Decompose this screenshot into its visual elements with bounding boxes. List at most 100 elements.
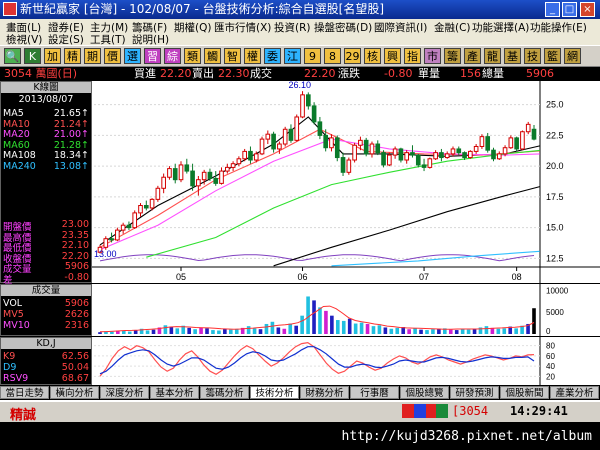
toolbar-button[interactable]: 加 [44,48,61,64]
volume-bar [472,328,477,334]
toolbar-button[interactable]: 技 [524,48,541,64]
menu-item[interactable]: 操盤密碼(D) [314,20,372,35]
toolbar-button[interactable]: 習 [144,48,161,64]
toolbar-button[interactable]: 9 [304,48,321,64]
candle-body [230,163,236,168]
candle-body [248,150,253,161]
ma-label: MA5 [3,108,24,119]
deal-label: 成交 [250,67,272,80]
toolbar-button[interactable]: 委 [264,48,281,64]
toolbar-button[interactable]: 🔍 [4,48,21,64]
candle-body [161,176,166,189]
kd-chart[interactable]: 20406080 [92,337,600,385]
toolbar-button[interactable]: 籃 [544,48,561,64]
menu-item[interactable]: 期權(Q) [174,20,211,35]
tab-11[interactable]: 產業分析 [550,386,599,399]
candle-body [277,143,282,150]
menu-item[interactable]: 金融(C) [434,20,471,35]
tab-0[interactable]: 當日走勢 [0,386,49,399]
toolbar-button[interactable]: 期 [84,48,101,64]
lot-label: 單量 [418,67,440,80]
tab-10[interactable]: 個股新聞 [500,386,549,399]
candle-body [381,152,386,166]
menu-item[interactable]: 功能選擇(A) [472,20,529,35]
candle-body [450,148,456,155]
tab-4[interactable]: 籌碼分析 [200,386,249,399]
candle-body [115,229,120,241]
tab-1[interactable]: 橫向分析 [50,386,99,399]
candle-body [167,168,172,178]
volume-bar [389,328,394,334]
tab-2[interactable]: 深度分析 [100,386,149,399]
toolbar-button[interactable]: K [24,48,41,64]
price-chart[interactable]: 12.5 15.0 17.5 20.0 22.5 25.0 05 06 07 08 26.10 13.… [92,80,600,283]
toolbar-button[interactable]: 指 [404,48,421,64]
candle-body [300,94,305,118]
lot-volume: 156 [460,67,481,80]
ohlc-value: 5906 [64,261,89,272]
toolbar-button[interactable]: 江 [284,48,301,64]
menu-item[interactable]: 投資(R) [274,20,311,35]
menu-item[interactable]: 國際資訊(I) [374,20,427,35]
volume-bar [514,328,518,334]
toolbar-button[interactable]: 類 [184,48,201,64]
tab-6[interactable]: 財務分析 [300,386,349,399]
stock-code-name: 3054 萬國(日) [4,67,78,80]
volume-bar [294,325,298,334]
toolbar-button[interactable]: 價 [104,48,121,64]
candle-body [369,143,375,155]
kline-info-panel: K線圖 2013/08/07 MA5 21.65↑ MA10 21.24↑ MA20 21… [0,81,92,286]
volume-bar [282,328,287,334]
menu-item[interactable]: 功能操作(E) [530,20,587,35]
volume-bar [413,328,417,334]
toolbar-button[interactable]: 權 [244,48,261,64]
tab-9[interactable]: 研發預測 [450,386,499,399]
toolbar-button[interactable]: 29 [344,48,361,64]
toolbar-button[interactable]: 產 [464,48,481,64]
tab-8[interactable]: 個股總覽 [400,386,449,399]
volume-bar [288,323,293,334]
toolbar-button[interactable]: 8 [324,48,341,64]
close-button[interactable]: × [580,2,595,17]
toolbar-button[interactable]: 智 [224,48,241,64]
candle-body [340,157,346,173]
volume-bar [145,330,150,334]
kd-header[interactable]: KD,J [1,338,91,349]
ma-label: MA20 [3,129,30,140]
kline-header[interactable]: K線圖 [1,82,91,93]
ma-value: 21.00↑ [53,129,89,140]
toolbar-button[interactable]: 網 [564,48,581,64]
menu-item[interactable]: 匯市行情(X) [214,20,271,35]
ma-label: MA108 [3,150,36,161]
toolbar-button[interactable]: 選 [124,48,141,64]
tab-3[interactable]: 基本分析 [150,386,199,399]
toolbar-button[interactable]: 核 [364,48,381,64]
toolbar-button[interactable]: 興 [384,48,401,64]
volume-bar [264,323,269,334]
candle-body [190,170,195,187]
deal-price: 22.20 [304,67,336,80]
maximize-button[interactable]: □ [562,2,577,17]
candle-body [421,164,427,168]
toolbar-button[interactable]: 市 [424,48,441,64]
toolbar-button[interactable]: 綜 [164,48,181,64]
volume-bar [484,326,489,334]
candle-body [103,238,109,248]
toolbar-button[interactable]: 觸 [204,48,221,64]
volume-header[interactable]: 成交量 [1,285,91,296]
legend-label: K9 [3,351,16,362]
y-tick-label: 60 [546,352,555,361]
toolbar-button[interactable]: 基 [504,48,521,64]
tab-5[interactable]: 技術分析 [250,386,299,399]
minimize-button[interactable]: _ [545,2,560,17]
candle-body [433,152,438,160]
toolbar-button[interactable]: 龍 [484,48,501,64]
legend-label: MV5 [3,309,24,320]
volume-bar [312,300,316,334]
toolbar-button[interactable]: 精 [64,48,81,64]
y-tick-label: 0 [546,327,551,336]
toolbar-button[interactable]: 籌 [444,48,461,64]
volume-bar [466,329,471,334]
volume-chart[interactable]: 0 5000 10000 [92,284,600,336]
tab-7[interactable]: 行事曆 [350,386,399,399]
